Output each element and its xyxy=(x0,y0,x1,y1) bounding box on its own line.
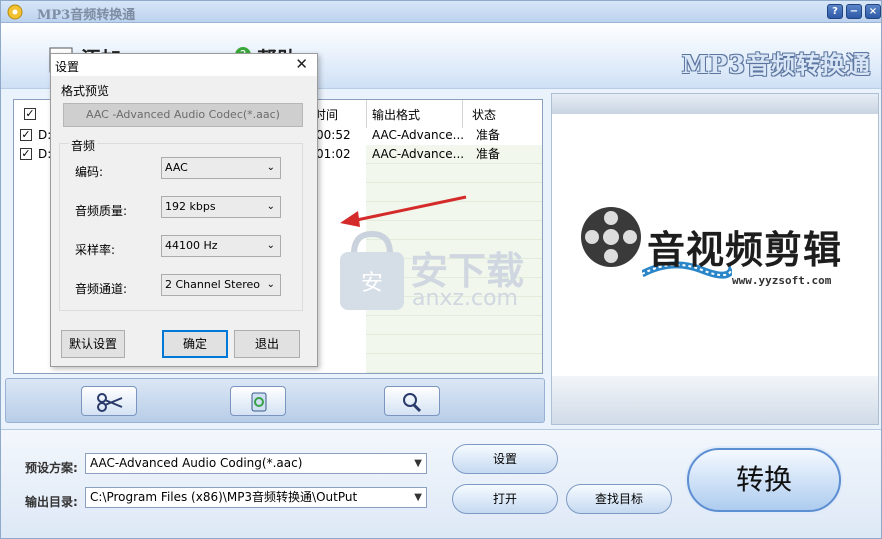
preview-top-bar xyxy=(552,94,878,114)
quality-select[interactable]: 192 kbps ⌄ xyxy=(161,196,281,218)
minimize-button[interactable]: − xyxy=(846,4,862,19)
format-preview-box: AAC -Advanced Audio Codec(*.aac) xyxy=(63,103,303,127)
annotation-arrow-icon xyxy=(340,195,467,227)
preview-url: www.yyzsoft.com xyxy=(732,274,832,287)
format-preview-label: 格式预览 xyxy=(61,84,110,98)
svg-text:安: 安 xyxy=(361,271,383,296)
preset-value: AAC-Advanced Audio Coding(*.aac) xyxy=(90,456,303,470)
codec-select[interactable]: AAC ⌄ xyxy=(161,157,281,179)
chevron-down-icon: ▼ xyxy=(414,458,422,469)
chevron-down-icon: ⌄ xyxy=(266,240,275,251)
channel-value: 2 Channel Stereo xyxy=(165,278,260,291)
file-format: AAC-Advance... xyxy=(372,128,465,142)
samplerate-label: 采样率: xyxy=(75,243,116,257)
select-all-checkbox[interactable]: ✓ xyxy=(24,108,36,120)
chevron-down-icon: ▼ xyxy=(414,492,422,503)
output-dir-value: C:\Program Files (x86)\MP3音频转换通\OutPut xyxy=(90,490,358,504)
channel-label: 音频通道: xyxy=(75,282,128,296)
preview-canvas: 音视频剪辑 www.yyzsoft.com xyxy=(552,114,878,376)
dialog-close-icon[interactable]: ✕ xyxy=(295,55,308,73)
ok-button[interactable]: 确定 xyxy=(162,330,228,358)
preset-select[interactable]: AAC-Advanced Audio Coding(*.aac) ▼ xyxy=(85,453,427,474)
dialog-title-bar: 设置 ✕ xyxy=(51,54,317,76)
exit-button[interactable]: 退出 xyxy=(234,330,300,358)
close-button[interactable]: × xyxy=(865,4,881,19)
window-title: MP3音频转换通 xyxy=(37,8,136,23)
edit-toolbar xyxy=(5,378,545,423)
chevron-down-icon: ⌄ xyxy=(266,162,275,173)
quality-label: 音频质量: xyxy=(75,204,128,218)
file-time: 01:02 xyxy=(316,147,351,161)
file-status: 准备 xyxy=(476,128,501,142)
watermark-site-en: anxz.com xyxy=(412,286,518,311)
settings-dialog: 设置 ✕ 格式预览 AAC -Advanced Audio Codec(*.aa… xyxy=(50,53,318,367)
scissors-icon xyxy=(97,393,123,412)
preview-bottom-bar xyxy=(552,376,878,424)
output-dir-select[interactable]: C:\Program Files (x86)\MP3音频转换通\OutPut ▼ xyxy=(85,487,427,508)
samplerate-value: 44100 Hz xyxy=(165,239,218,252)
column-divider xyxy=(462,100,463,128)
row-checkbox[interactable]: ✓ xyxy=(20,148,32,160)
cut-button[interactable] xyxy=(81,386,137,416)
settings-button[interactable]: 设置 xyxy=(452,444,558,474)
column-header-format[interactable]: 输出格式 xyxy=(372,104,420,126)
magnifier-icon xyxy=(403,393,422,413)
help-window-button[interactable]: ? xyxy=(827,4,843,19)
app-icon xyxy=(7,4,23,20)
open-button[interactable]: 打开 xyxy=(452,484,558,514)
recycle-button[interactable] xyxy=(230,386,286,416)
file-format: AAC-Advance... xyxy=(372,147,465,161)
file-status: 准备 xyxy=(476,147,501,161)
convert-button[interactable]: 转换 xyxy=(687,448,841,512)
find-target-button[interactable]: 查找目标 xyxy=(566,484,672,514)
preview-panel: 音视频剪辑 www.yyzsoft.com xyxy=(551,93,879,425)
search-button[interactable] xyxy=(384,386,440,416)
channel-select[interactable]: 2 Channel Stereo ⌄ xyxy=(161,274,281,296)
samplerate-select[interactable]: 44100 Hz ⌄ xyxy=(161,235,281,257)
film-reel-icon xyxy=(581,207,641,267)
preview-title: 音视频剪辑 xyxy=(647,227,843,272)
file-time: 00:52 xyxy=(316,128,351,142)
chevron-down-icon: ⌄ xyxy=(266,201,275,212)
output-label: 输出目录: xyxy=(25,495,78,509)
quality-value: 192 kbps xyxy=(165,200,216,213)
watermark-bag-icon: 安 xyxy=(340,230,404,310)
dialog-title: 设置 xyxy=(55,60,80,74)
default-settings-button[interactable]: 默认设置 xyxy=(61,330,125,358)
recycle-bin-icon xyxy=(251,392,267,412)
preset-label: 预设方案: xyxy=(25,461,78,475)
audio-group-label: 音频 xyxy=(69,137,98,154)
column-divider xyxy=(366,100,367,128)
main-window: MP3音频转换通 ? − × 添加 ? 帮助 MP3音频转换通 ✓ 时间 输出格… xyxy=(0,0,882,539)
codec-label: 编码: xyxy=(75,165,104,179)
chevron-down-icon: ⌄ xyxy=(266,279,275,290)
title-bar: MP3音频转换通 ? − × xyxy=(1,1,881,23)
codec-value: AAC xyxy=(165,161,188,174)
column-header-status[interactable]: 状态 xyxy=(472,104,496,126)
row-checkbox[interactable]: ✓ xyxy=(20,129,32,141)
brand-logo-text: MP3音频转换通 xyxy=(681,50,871,79)
